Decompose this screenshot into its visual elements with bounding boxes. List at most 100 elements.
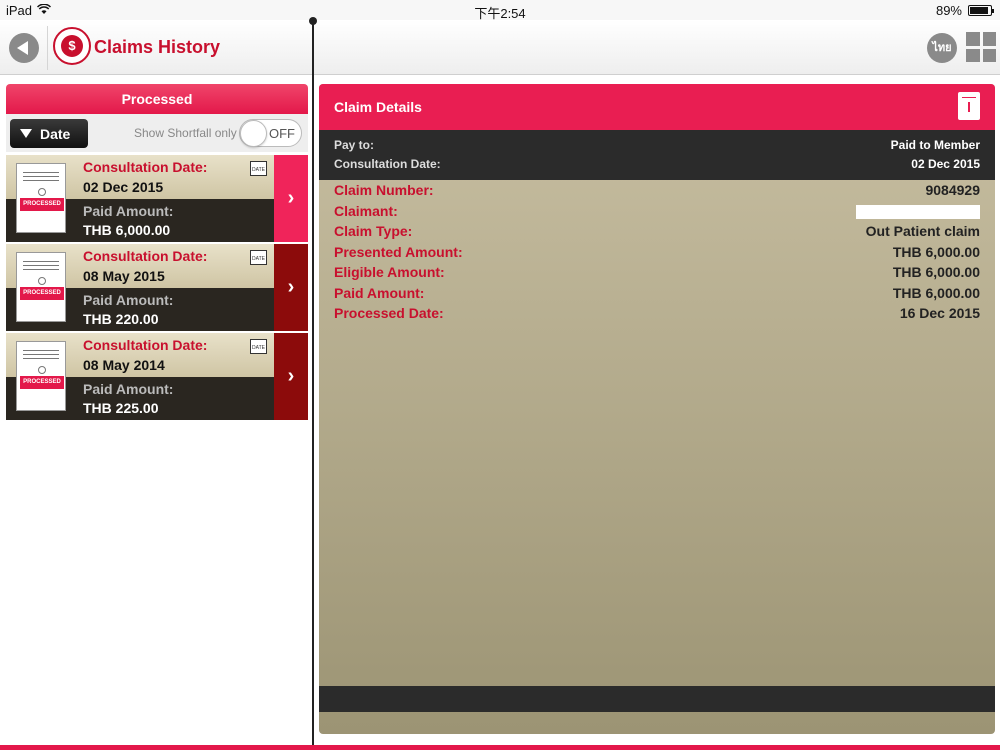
bottom-accent-bar — [0, 745, 1000, 750]
detail-value: Out Patient claim — [865, 223, 980, 239]
claimant-redacted — [856, 205, 980, 219]
triangle-down-icon — [20, 129, 32, 138]
claim-number-row: Claim Number: 9084929 — [334, 182, 980, 202]
doc-line — [23, 176, 59, 177]
calendar-icon: DATE — [250, 250, 267, 265]
claim-card[interactable]: PROCESSED Consultation Date: 08 May 2015… — [6, 244, 308, 331]
menu-grid-button[interactable] — [966, 32, 996, 62]
chevron-right-icon[interactable]: › — [274, 333, 308, 420]
tab-processed[interactable]: Processed — [6, 84, 308, 114]
detail-label: Claim Number: — [334, 182, 434, 198]
claims-list-panel: Processed Date Show Shortfall only OFF P… — [0, 76, 312, 750]
battery-icon — [968, 5, 994, 16]
consultation-date-label: Consultation Date: — [334, 157, 441, 171]
status-bar: iPad 下午2:54 89% — [0, 0, 1000, 21]
claimant-row: Claimant: — [334, 203, 980, 223]
grid-cell-icon — [982, 32, 996, 46]
claims-icon-glyph: $ — [61, 35, 83, 57]
header-separator — [47, 26, 48, 70]
consultation-date-label: Consultation Date: — [83, 248, 208, 264]
detail-label: Claimant: — [334, 203, 398, 219]
claim-card[interactable]: PROCESSED Consultation Date: 02 Dec 2015… — [6, 155, 308, 242]
paid-amount-value: THB 220.00 — [83, 311, 159, 327]
doc-line — [23, 172, 59, 173]
processed-date-row: Processed Date: 16 Dec 2015 — [334, 305, 980, 325]
claim-details-panel: Claim Details Pay to: Paid to Member Con… — [319, 84, 995, 734]
doc-clip — [38, 366, 46, 374]
chevron-right-icon[interactable]: › — [274, 244, 308, 331]
eligible-amount-row: Eligible Amount: THB 6,000.00 — [334, 264, 980, 284]
detail-label: Paid Amount: — [334, 285, 425, 301]
doc-line — [23, 265, 59, 266]
doc-line — [23, 261, 59, 262]
detail-value: THB 6,000.00 — [892, 264, 980, 280]
sort-date-button[interactable]: Date — [10, 119, 88, 148]
doc-clip — [38, 277, 46, 285]
shortfall-label: Show Shortfall only — [134, 126, 237, 140]
toggle-knob — [240, 120, 267, 147]
page-title: Claims History — [94, 37, 221, 57]
toggle-state-label: OFF — [269, 126, 295, 141]
consultation-date-value: 08 May 2015 — [83, 268, 165, 284]
paid-amount-value: THB 225.00 — [83, 400, 159, 416]
doc-line — [23, 180, 59, 181]
consultation-date-row: Consultation Date: 02 Dec 2015 — [334, 157, 980, 171]
pay-to-row: Pay to: Paid to Member — [334, 138, 980, 152]
battery-fill — [970, 7, 988, 14]
detail-value: THB 6,000.00 — [892, 285, 980, 301]
processed-stamp: PROCESSED — [20, 376, 64, 389]
processed-stamp: PROCESSED — [20, 287, 64, 300]
paid-amount-value: THB 6,000.00 — [83, 222, 171, 238]
claim-card[interactable]: PROCESSED Consultation Date: 08 May 2014… — [6, 333, 308, 420]
consultation-date-label: Consultation Date: — [83, 337, 208, 353]
split-divider[interactable] — [312, 20, 314, 750]
doc-line — [23, 354, 59, 355]
grid-cell-icon — [966, 48, 980, 62]
detail-label: Presented Amount: — [334, 244, 463, 260]
sort-date-label: Date — [40, 125, 71, 142]
consultation-date-value: 02 Dec 2015 — [911, 157, 980, 171]
doc-line — [23, 269, 59, 270]
split-divider-handle[interactable] — [309, 17, 317, 25]
paid-amount-row: Paid Amount: THB 6,000.00 — [334, 285, 980, 305]
details-summary: Pay to: Paid to Member Consultation Date… — [319, 130, 995, 180]
doc-line — [23, 350, 59, 351]
detail-value: THB 6,000.00 — [892, 244, 980, 260]
paid-amount-label: Paid Amount: — [83, 292, 174, 308]
presented-amount-row: Presented Amount: THB 6,000.00 — [334, 244, 980, 264]
app-root: iPad 下午2:54 89% $ Claims History ไทย Pro… — [0, 0, 1000, 750]
document-info-icon[interactable] — [958, 92, 980, 120]
detail-value: 9084929 — [925, 182, 980, 198]
battery-percent: 89% — [935, 3, 962, 18]
language-button[interactable]: ไทย — [927, 33, 957, 63]
doc-clip — [38, 188, 46, 196]
processed-stamp: PROCESSED — [20, 198, 64, 211]
consultation-date-value: 02 Dec 2015 — [83, 179, 164, 195]
detail-label: Claim Type: — [334, 223, 413, 239]
detail-label: Processed Date: — [334, 305, 444, 321]
details-title: Claim Details — [334, 99, 422, 115]
grid-cell-icon — [982, 48, 996, 62]
calendar-icon: DATE — [250, 161, 267, 176]
details-footer-bar — [319, 686, 995, 712]
pay-to-value: Paid to Member — [890, 138, 980, 152]
status-right: 89% — [935, 3, 994, 18]
detail-label: Eligible Amount: — [334, 264, 445, 280]
consultation-date-label: Consultation Date: — [83, 159, 208, 175]
back-button[interactable] — [9, 33, 39, 63]
pay-to-label: Pay to: — [334, 138, 375, 152]
calendar-icon: DATE — [250, 339, 267, 354]
claims-history-icon: $ — [53, 27, 91, 65]
shortfall-toggle[interactable]: OFF — [239, 119, 302, 147]
consultation-date-value: 08 May 2014 — [83, 357, 165, 373]
chevron-right-icon[interactable]: › — [274, 155, 308, 242]
paid-amount-label: Paid Amount: — [83, 381, 174, 397]
app-header: $ Claims History ไทย — [0, 20, 1000, 75]
doc-line — [23, 358, 59, 359]
filter-bar: Date Show Shortfall only OFF — [6, 114, 308, 152]
detail-value: 16 Dec 2015 — [899, 305, 980, 321]
paid-amount-label: Paid Amount: — [83, 203, 174, 219]
claim-type-row: Claim Type: Out Patient claim — [334, 223, 980, 243]
grid-cell-icon — [966, 32, 980, 46]
details-header: Claim Details — [319, 84, 995, 130]
